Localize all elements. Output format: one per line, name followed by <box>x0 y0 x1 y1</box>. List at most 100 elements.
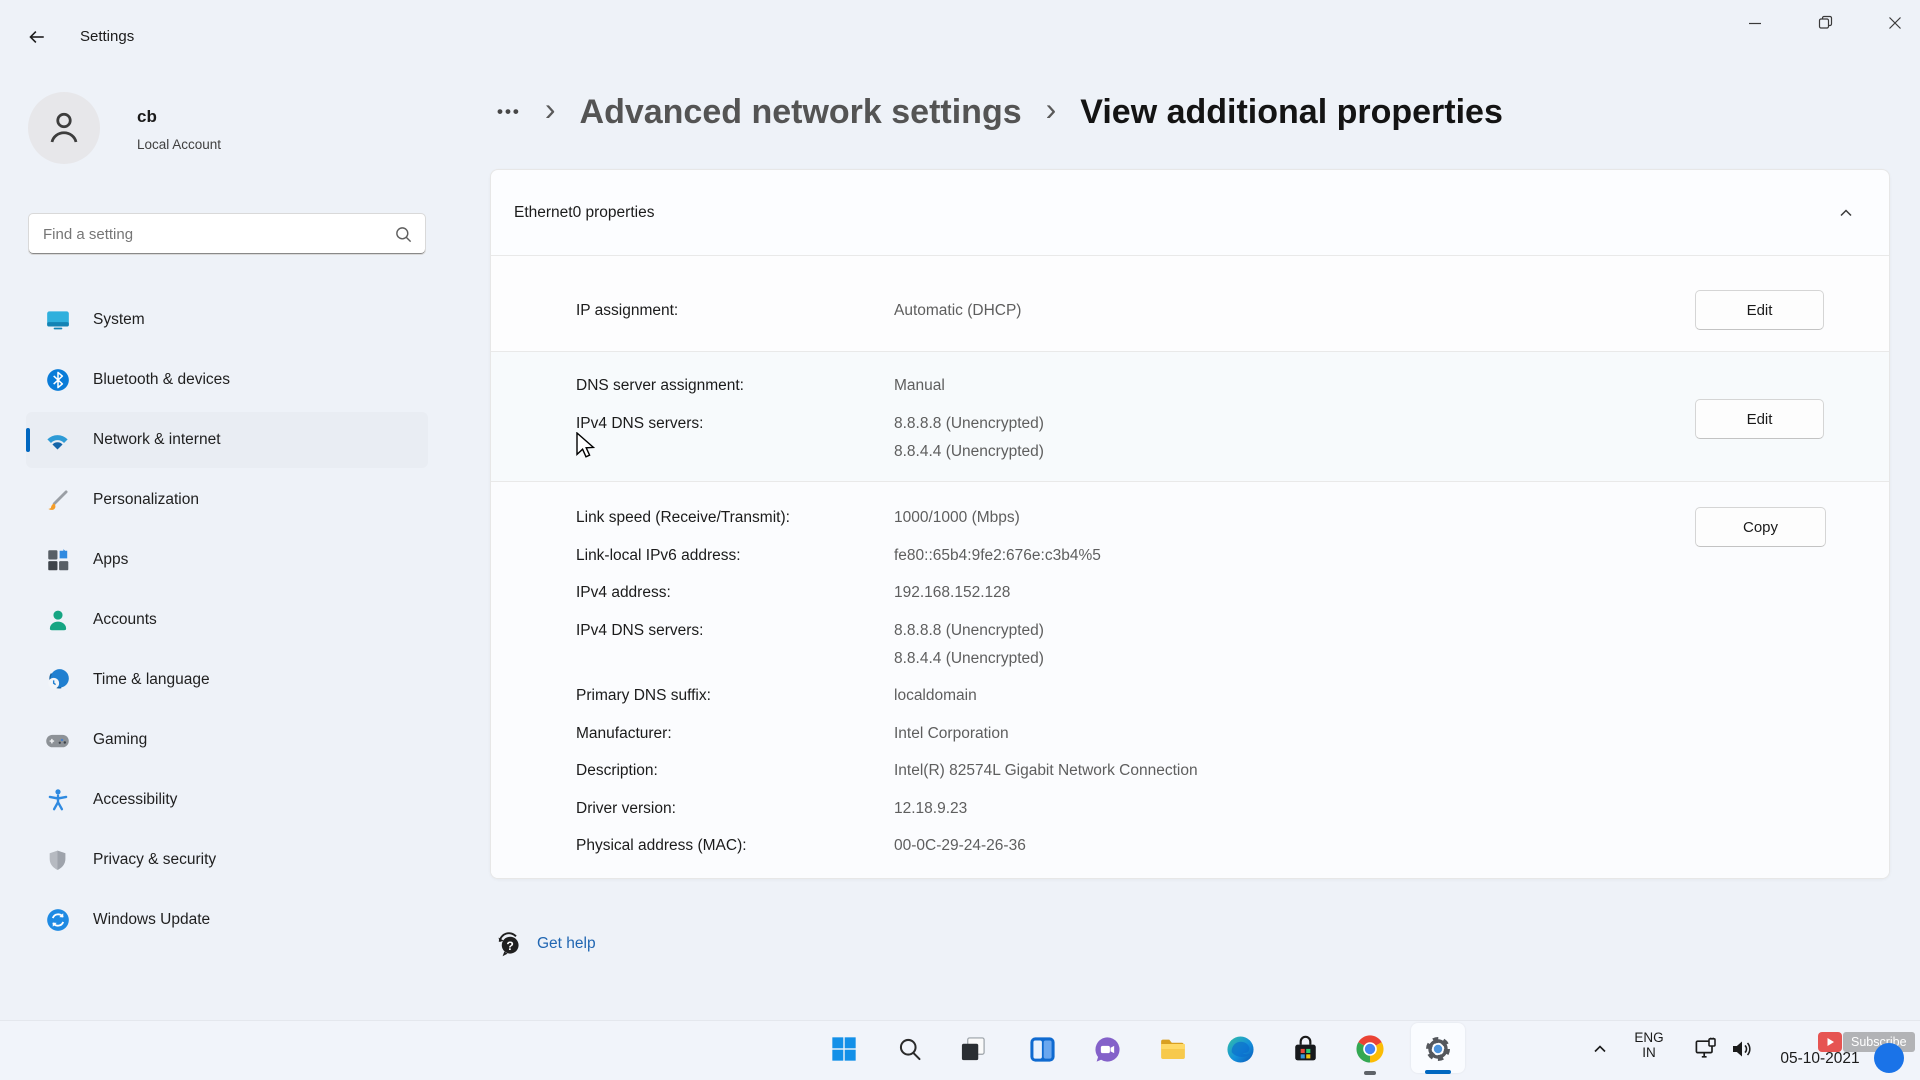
sidebar-item-time-language[interactable]: Time & language <box>26 652 428 708</box>
property-value: 8.8.8.8 (Unencrypted) <box>894 410 1044 438</box>
task-view-button[interactable] <box>953 1029 993 1069</box>
settings-button[interactable] <box>1418 1029 1458 1069</box>
ip-assignment-section: IP assignment: Automatic (DHCP) <box>491 255 1889 351</box>
sidebar-item-label: Gaming <box>93 731 147 749</box>
edge-button[interactable] <box>1220 1029 1260 1069</box>
property-value: 8.8.4.4 (Unencrypted) <box>894 645 1044 673</box>
tray-network-button[interactable] <box>1686 1029 1726 1069</box>
card-expander-header[interactable]: Ethernet0 properties <box>491 170 1889 255</box>
time-language-icon <box>44 667 71 694</box>
property-value: 00-0C-29-24-26-36 <box>894 832 1026 860</box>
property-label: Link-local IPv6 address: <box>576 542 894 570</box>
widgets-button[interactable] <box>1022 1029 1062 1069</box>
property-value: 8.8.4.4 (Unencrypted) <box>894 438 1044 466</box>
get-help-link[interactable]: Get help <box>537 935 596 953</box>
property-value: fe80::65b4:9fe2:676e:c3b4%5 <box>894 542 1101 570</box>
property-label: Driver version: <box>576 795 894 823</box>
privacy-security-icon <box>44 847 71 874</box>
file-explorer-button[interactable] <box>1153 1029 1193 1069</box>
chrome-button[interactable] <box>1350 1029 1390 1069</box>
property-label: Primary DNS suffix: <box>576 682 894 710</box>
tray-show-hidden-icons[interactable] <box>1580 1029 1620 1069</box>
breadcrumb: ••• › Advanced network settings › View a… <box>497 84 1503 140</box>
back-arrow-icon <box>28 28 46 46</box>
chevron-up-icon <box>1592 1041 1608 1057</box>
window-title: Settings <box>80 28 134 45</box>
property-value: 8.8.8.8 (Unencrypted) <box>894 617 1044 645</box>
chrome-running-indicator <box>1364 1071 1376 1075</box>
minimize-icon <box>1748 16 1762 30</box>
settings-active-indicator <box>1425 1070 1451 1074</box>
windows-start-icon <box>830 1035 858 1063</box>
property-value: Manual <box>894 372 945 400</box>
sidebar-item-accounts[interactable]: Accounts <box>26 592 428 648</box>
microsoft-store-button[interactable] <box>1285 1029 1325 1069</box>
settings-window: Settings cb Local Account System <box>0 0 1920 1080</box>
person-icon <box>44 108 84 148</box>
avatar[interactable] <box>28 92 100 164</box>
sidebar-item-apps[interactable]: Apps <box>26 532 428 588</box>
tray-clock[interactable]: 05-10-2021 <box>1770 1050 1870 1068</box>
start-button[interactable] <box>824 1029 864 1069</box>
chevron-right-icon: › <box>1046 91 1057 134</box>
ethernet-network-icon <box>1694 1037 1718 1061</box>
property-row: IPv4 DNS servers: 8.8.8.8 (Unencrypted) … <box>576 617 1889 673</box>
sidebar-item-privacy-security[interactable]: Privacy & security <box>26 832 428 888</box>
edit-ip-assignment-button[interactable]: Edit <box>1695 290 1824 330</box>
search-box[interactable] <box>28 213 426 255</box>
minimize-button[interactable] <box>1732 0 1778 45</box>
property-label: Link speed (Receive/Transmit): <box>576 504 894 532</box>
sidebar-item-personalization[interactable]: Personalization <box>26 472 428 528</box>
back-button[interactable] <box>22 22 52 52</box>
apps-icon <box>44 547 71 574</box>
sidebar-item-label: Time & language <box>93 671 210 689</box>
chat-button[interactable] <box>1087 1029 1127 1069</box>
sidebar-item-label: Privacy & security <box>93 851 216 869</box>
breadcrumb-parent[interactable]: Advanced network settings <box>580 93 1022 132</box>
property-value: 12.18.9.23 <box>894 795 967 823</box>
property-value: Intel(R) 82574L Gigabit Network Connecti… <box>894 757 1198 785</box>
breadcrumb-ellipsis-button[interactable]: ••• <box>497 102 521 122</box>
property-label: IPv4 DNS servers: <box>576 617 894 673</box>
page-title: View additional properties <box>1080 93 1503 132</box>
property-value: 192.168.152.128 <box>894 579 1010 607</box>
sidebar-item-bluetooth-devices[interactable]: Bluetooth & devices <box>26 352 428 408</box>
sidebar-item-label: Bluetooth & devices <box>93 371 230 389</box>
restore-icon <box>1818 15 1833 30</box>
property-row: Primary DNS suffix: localdomain <box>576 682 1889 710</box>
selected-indicator <box>26 428 30 452</box>
property-label: Description: <box>576 757 894 785</box>
property-value: 1000/1000 (Mbps) <box>894 504 1020 532</box>
sidebar-item-gaming[interactable]: Gaming <box>26 712 428 768</box>
sidebar-item-network-internet[interactable]: Network & internet <box>26 412 428 468</box>
restore-button[interactable] <box>1802 0 1848 45</box>
tray-language-switcher[interactable]: ENG IN <box>1626 1030 1672 1060</box>
search-icon <box>394 225 413 249</box>
sidebar-item-system[interactable]: System <box>26 292 428 348</box>
taskbar-search-button[interactable] <box>890 1029 930 1069</box>
youtube-play-watermark <box>1818 1032 1842 1052</box>
tray-volume-button[interactable] <box>1722 1029 1762 1069</box>
sidebar-item-accessibility[interactable]: Accessibility <box>26 772 428 828</box>
property-row: Link speed (Receive/Transmit): 1000/1000… <box>576 504 1889 532</box>
search-input[interactable] <box>29 214 425 254</box>
date-display: 05-10-2021 <box>1780 1050 1859 1067</box>
language-code: ENG <box>1626 1030 1672 1045</box>
sidebar-item-windows-update[interactable]: Windows Update <box>26 892 428 948</box>
property-value: localdomain <box>894 682 977 710</box>
sidebar-item-label: System <box>93 311 145 329</box>
property-row: Link-local IPv6 address: fe80::65b4:9fe2… <box>576 542 1889 570</box>
network-icon <box>44 427 71 454</box>
property-label: IPv4 address: <box>576 579 894 607</box>
edit-dns-button[interactable]: Edit <box>1695 399 1824 439</box>
edge-icon <box>1226 1035 1255 1064</box>
get-help-row: ? Get help <box>495 930 596 958</box>
copy-details-button[interactable]: Copy <box>1695 507 1826 547</box>
microsoft-store-icon <box>1291 1035 1320 1064</box>
speaker-icon <box>1730 1037 1754 1061</box>
close-button[interactable] <box>1872 0 1918 45</box>
windows-update-icon <box>44 907 71 934</box>
sidebar-item-label: Personalization <box>93 491 199 509</box>
sidebar-item-label: Apps <box>93 551 128 569</box>
property-row: Description: Intel(R) 82574L Gigabit Net… <box>576 757 1889 785</box>
